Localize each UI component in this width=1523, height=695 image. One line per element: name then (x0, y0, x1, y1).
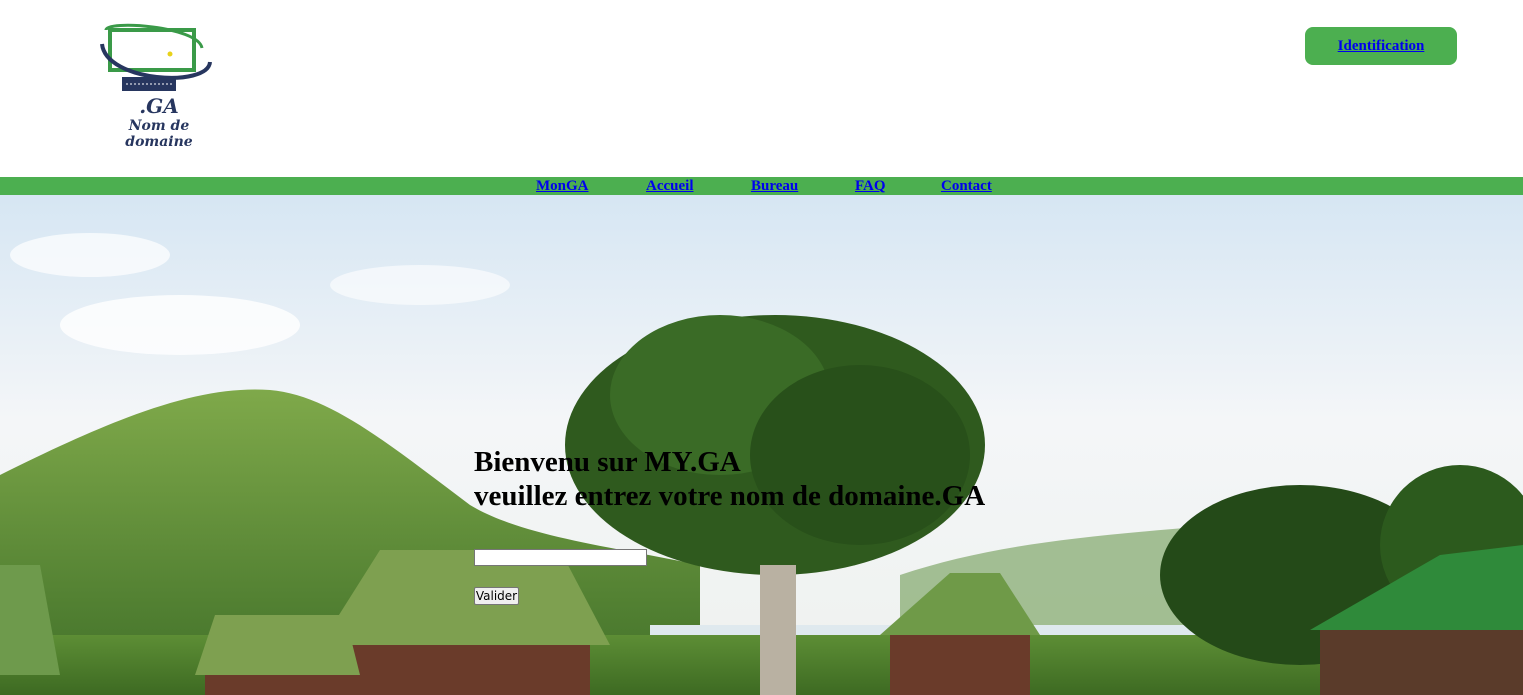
identification-button[interactable]: Identification (1305, 27, 1457, 65)
site-logo[interactable]: .GA Nom de domaine (98, 22, 220, 150)
main-nav: MonGA Accueil Bureau FAQ Contact (0, 177, 1523, 195)
nav-item-faq[interactable]: FAQ (855, 177, 886, 195)
logo-subtitle: Nom de domaine (125, 118, 193, 150)
welcome-line-2: veuillez entrez votre nom de domaine.GA (474, 480, 986, 512)
laptop-icon (100, 23, 212, 91)
site-header: .GA Nom de domaine Identification (0, 0, 1523, 177)
nav-item-monga[interactable]: MonGA (536, 177, 589, 195)
logo-ga-text: .GA (139, 94, 179, 118)
welcome-heading: Bienvenu sur MY.GA veuillez entrez votre… (474, 445, 985, 513)
welcome-line-1: Bienvenu sur MY.GA (474, 446, 741, 478)
identification-link[interactable]: Identification (1338, 38, 1425, 55)
nav-item-bureau[interactable]: Bureau (751, 177, 798, 195)
nav-item-accueil[interactable]: Accueil (646, 177, 693, 195)
domain-input[interactable] (474, 549, 647, 566)
nav-item-contact[interactable]: Contact (941, 177, 992, 195)
validate-button[interactable]: Valider (474, 587, 519, 605)
